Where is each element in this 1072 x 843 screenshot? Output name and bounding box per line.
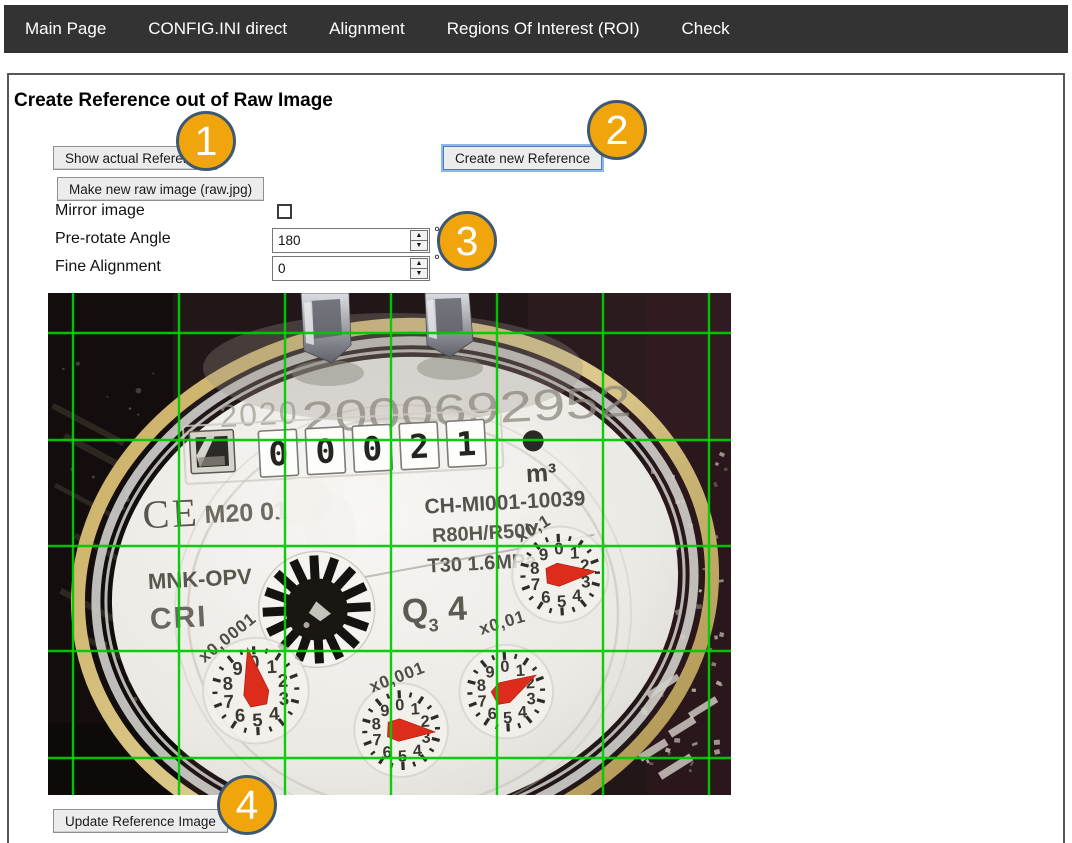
nav-item-check[interactable]: Check [681, 19, 729, 39]
annotation-circle-4: 4 [217, 775, 277, 835]
spinner-down-icon[interactable]: ▼ [411, 240, 427, 250]
prerotate-angle-input[interactable] [273, 229, 410, 252]
svg-text:9: 9 [380, 702, 390, 720]
svg-text:1: 1 [266, 656, 277, 678]
prerotate-angle-input-wrap: ▲ ▼ [272, 228, 430, 253]
serial-year-text: 2020 [219, 394, 300, 434]
meter-class-pictogram [189, 430, 235, 474]
counter-digit-1: 0 [314, 431, 336, 471]
svg-text:8: 8 [222, 673, 233, 695]
fine-alignment-label: Fine Alignment [55, 258, 161, 276]
counter-digit-2: 0 [361, 429, 383, 469]
svg-text:4: 4 [572, 586, 583, 605]
fine-alignment-input[interactable] [273, 257, 410, 280]
svg-text:6: 6 [541, 588, 551, 607]
make-new-raw-image-button[interactable]: Make new raw image (raw.jpg) [57, 177, 264, 201]
fine-spinner[interactable]: ▲ ▼ [410, 258, 428, 279]
svg-text:3: 3 [526, 690, 536, 708]
svg-text:7: 7 [372, 731, 382, 749]
prerotate-angle-label: Pre-rotate Angle [55, 230, 171, 248]
svg-text:9: 9 [232, 657, 243, 679]
create-new-reference-button[interactable]: Create new Reference [443, 146, 602, 170]
svg-text:6: 6 [234, 704, 245, 726]
svg-text:0: 0 [554, 539, 564, 558]
nav-item-regions-of-interest-roi-[interactable]: Regions Of Interest (ROI) [447, 19, 640, 39]
counter-digit-4: 1 [455, 424, 477, 464]
q-symbol-text: Q [401, 592, 429, 631]
svg-text:5: 5 [397, 747, 407, 765]
svg-text:5: 5 [556, 592, 566, 611]
svg-text:5: 5 [252, 709, 263, 731]
svg-text:9: 9 [538, 545, 548, 564]
spinner-down-icon[interactable]: ▼ [411, 268, 427, 278]
ce-mark-text: CE [141, 489, 200, 537]
svg-text:5: 5 [503, 709, 513, 727]
svg-text:0: 0 [395, 696, 405, 714]
svg-text:7: 7 [477, 692, 487, 710]
page-title: Create Reference out of Raw Image [14, 90, 333, 112]
svg-text:6: 6 [487, 705, 497, 723]
fine-degree-unit: ° [434, 252, 440, 269]
annotation-circle-1: 1 [176, 111, 236, 171]
nav-item-main-page[interactable]: Main Page [25, 19, 106, 39]
svg-text:0: 0 [500, 658, 510, 676]
top-nav: Main Page CONFIG.INI direct Alignment Regio… [4, 5, 1068, 53]
spinner-up-icon[interactable]: ▲ [411, 259, 427, 268]
q-sub-text: 3 [428, 615, 439, 635]
nav-item-config-ini-direct[interactable]: CONFIG.INI direct [148, 19, 287, 39]
prerotate-spinner[interactable]: ▲ ▼ [410, 230, 428, 251]
mirror-image-checkbox[interactable] [277, 204, 292, 219]
mirror-image-label: Mirror image [55, 202, 145, 220]
update-reference-image-button[interactable]: Update Reference Image [53, 809, 228, 833]
spinner-up-icon[interactable]: ▲ [411, 231, 427, 240]
nav-item-alignment[interactable]: Alignment [329, 19, 405, 39]
screenshot-root: Main Page CONFIG.INI direct Alignment Regio… [0, 0, 1072, 843]
fine-alignment-input-wrap: ▲ ▼ [272, 256, 430, 281]
svg-text:4: 4 [268, 703, 280, 725]
svg-text:9: 9 [485, 663, 495, 681]
unit-m3-text: m³ [525, 459, 557, 489]
svg-text:1: 1 [410, 700, 420, 718]
q-value-text: 4 [447, 590, 468, 629]
reference-image-preview: 2020 2000692952 00021 m³ CE M20 01 CH-MI… [48, 293, 731, 795]
counter-digit-3: 2 [408, 426, 430, 466]
annotation-circle-3: 3 [437, 211, 497, 271]
annotation-circle-2: 2 [587, 100, 647, 160]
